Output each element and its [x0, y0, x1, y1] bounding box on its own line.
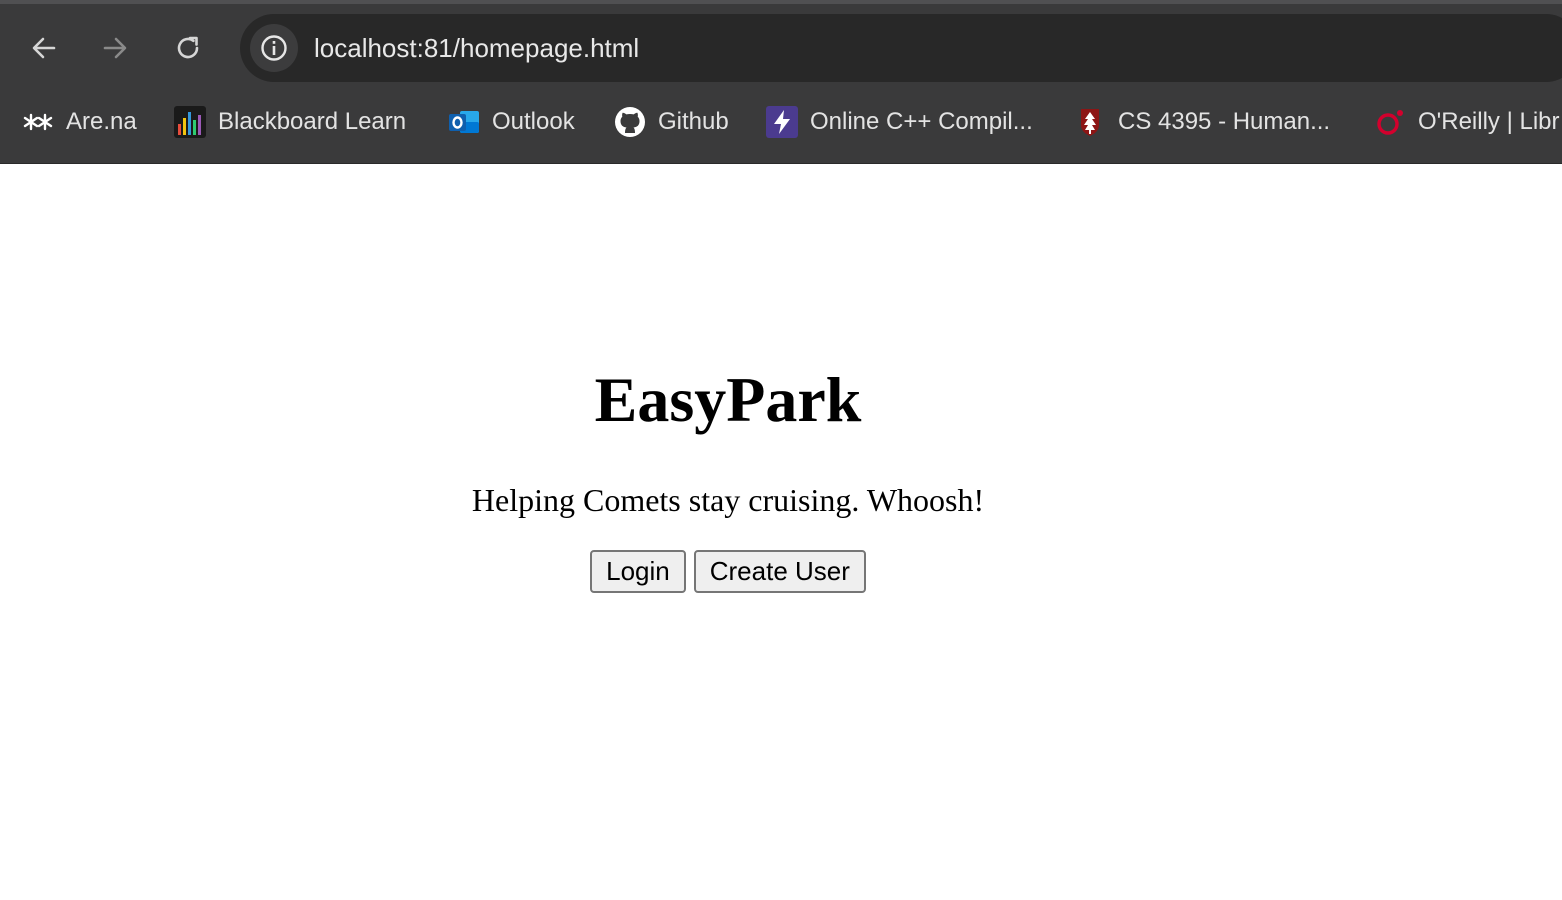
back-button[interactable]	[22, 26, 66, 70]
bookmark-label: Blackboard Learn	[218, 108, 407, 135]
bookmark-oreilly[interactable]: O'Reilly | Libr	[1374, 104, 1560, 140]
reload-button[interactable]	[166, 26, 210, 70]
bookmarks-bar: Are.na Blackboard Learn Outlook Github O…	[0, 96, 1562, 148]
github-icon	[614, 106, 646, 138]
bookmark-blackboard[interactable]: Blackboard Learn	[174, 104, 406, 140]
login-button[interactable]: Login	[590, 550, 686, 593]
forward-button[interactable]	[93, 26, 137, 70]
info-icon	[261, 35, 287, 61]
bookmark-cs4395[interactable]: CS 4395 - Human...	[1074, 104, 1330, 140]
bookmark-label: O'Reilly | Libr	[1418, 108, 1560, 135]
address-bar[interactable]: localhost:81/homepage.html	[240, 14, 1562, 82]
page-title: EasyPark	[594, 364, 862, 435]
bookmark-online-cpp-compiler[interactable]: Online C++ Compil...	[766, 104, 1033, 140]
reload-icon	[177, 36, 199, 59]
bookmark-label: Are.na	[66, 108, 137, 135]
outlook-icon	[448, 106, 480, 138]
url-text[interactable]: localhost:81/homepage.html	[314, 32, 639, 64]
bookmark-outlook[interactable]: Outlook	[448, 104, 575, 140]
page-viewport: EasyPark Helping Comets stay cruising. W…	[0, 164, 1562, 900]
stanford-tree-icon	[1074, 106, 1106, 138]
arena-icon	[22, 106, 54, 138]
tab-strip	[0, 0, 1562, 4]
create-user-button[interactable]: Create User	[693, 550, 866, 593]
tagline: Helping Comets stay cruising. Whoosh!	[471, 482, 985, 518]
site-info-button[interactable]	[250, 24, 298, 72]
bookmark-github[interactable]: Github	[614, 104, 729, 140]
oreilly-icon	[1374, 106, 1406, 138]
bookmark-arena[interactable]: Are.na	[22, 104, 137, 140]
arrow-left-icon	[32, 37, 56, 59]
arrow-right-icon	[103, 37, 127, 59]
bolt-icon	[766, 106, 798, 138]
button-row: Login Create User	[0, 550, 1456, 593]
blackboard-icon	[174, 106, 206, 138]
bookmark-label: Github	[658, 108, 729, 135]
bookmark-label: CS 4395 - Human...	[1118, 108, 1331, 135]
bookmark-label: Outlook	[492, 108, 575, 135]
bookmark-label: Online C++ Compil...	[810, 108, 1033, 135]
browser-chrome: localhost:81/homepage.html Are.na Blackb…	[0, 0, 1562, 164]
